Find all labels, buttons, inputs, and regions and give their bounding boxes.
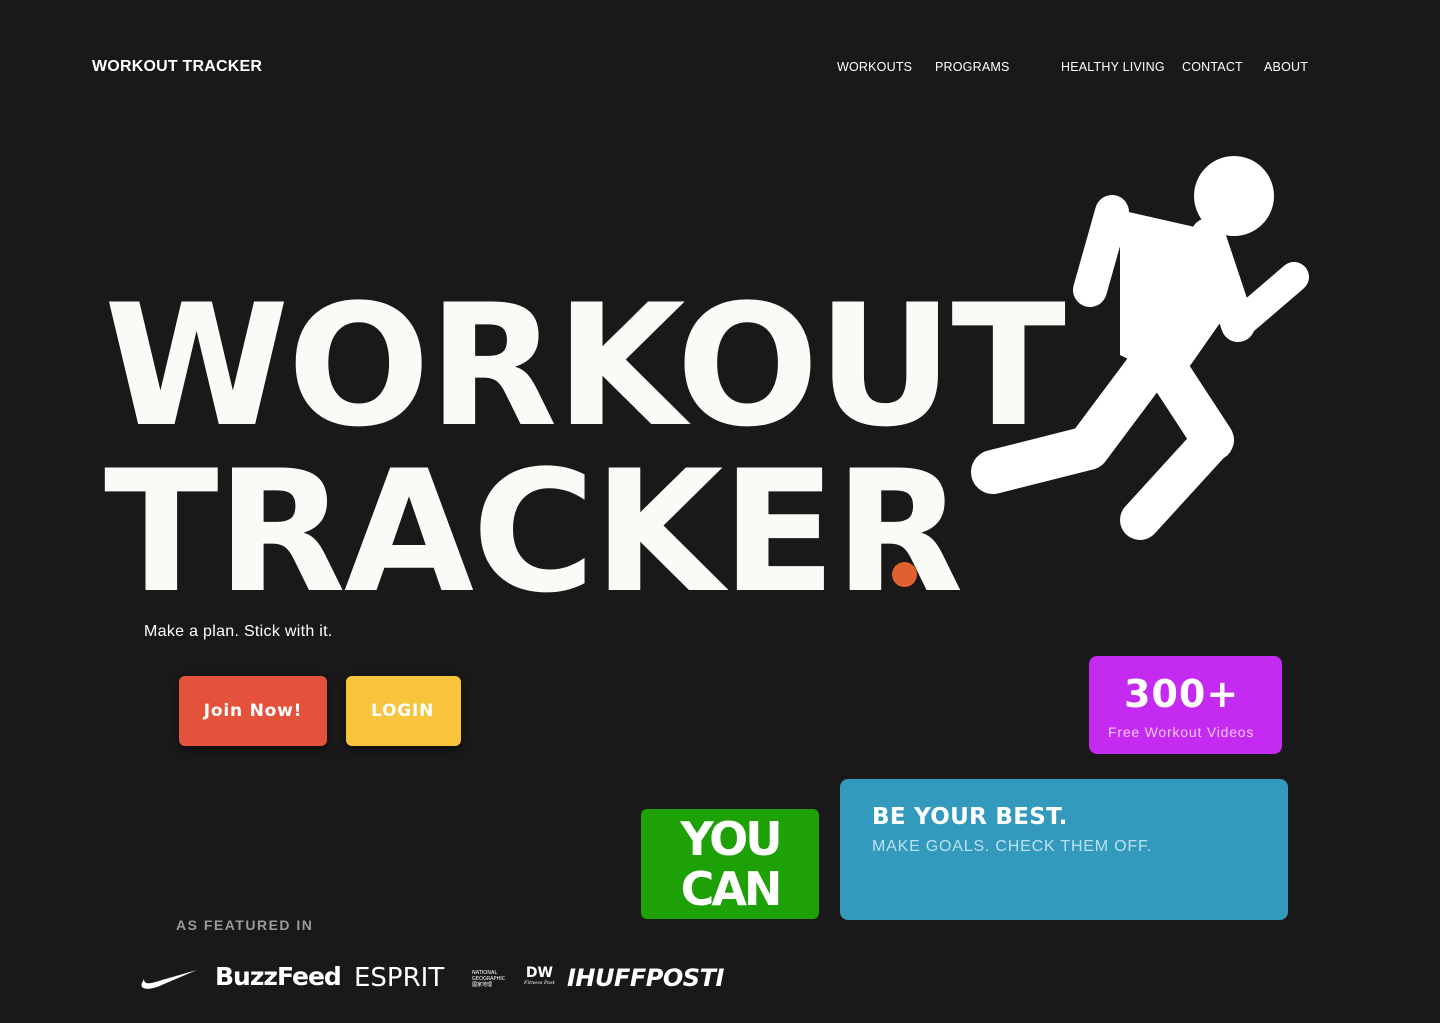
dw-fitness-logo: DW Fitness Post bbox=[524, 966, 555, 987]
login-button[interactable]: LOGIN bbox=[346, 676, 461, 746]
running-man-icon bbox=[971, 156, 1309, 540]
hero-title-line2: TRACKER bbox=[104, 434, 964, 630]
you-can-line2: CAN bbox=[680, 862, 783, 916]
featured-in-label: AS FEATURED IN bbox=[176, 917, 314, 933]
join-now-button[interactable]: Join Now! bbox=[179, 676, 327, 746]
dw-logo-main: DW bbox=[525, 965, 553, 981]
nav-workouts[interactable]: WORKOUTS bbox=[837, 60, 912, 74]
hero-title-line1: WORKOUT bbox=[104, 268, 1066, 464]
nike-swoosh-logo bbox=[141, 970, 197, 989]
hero-accent-dot bbox=[892, 562, 917, 587]
nav-contact[interactable]: CONTACT bbox=[1182, 60, 1243, 74]
buzzfeed-logo: BuzzFeed bbox=[215, 962, 342, 991]
videos-label: Free Workout Videos bbox=[1108, 724, 1255, 740]
huffpost-logo: IHUFFPOSTI bbox=[567, 964, 724, 992]
best-card-subtitle: MAKE GOALS. CHECK THEM OFF. bbox=[872, 838, 1153, 855]
videos-count: 300+ bbox=[1124, 672, 1240, 716]
nav-healthy-living[interactable]: HEALTHY LIVING bbox=[1061, 60, 1165, 74]
natgeo-logo: NATIONAL GEOGRAPHIC 國家地理 bbox=[472, 970, 505, 988]
natgeo-logo-line3: 國家地理 bbox=[472, 982, 493, 988]
nav-about[interactable]: ABOUT bbox=[1264, 60, 1308, 74]
free-videos-card[interactable]: 300+ Free Workout Videos bbox=[1089, 656, 1282, 754]
esprit-logo: ESPRIT bbox=[354, 963, 445, 993]
brand-logo[interactable]: WORKOUT TRACKER bbox=[92, 58, 262, 76]
you-can-line1: YOU bbox=[680, 812, 782, 866]
be-your-best-card[interactable]: BE YOUR BEST. MAKE GOALS. CHECK THEM OFF… bbox=[840, 779, 1288, 920]
nav-programs[interactable]: PROGRAMS bbox=[935, 60, 1010, 74]
best-card-title: BE YOUR BEST. bbox=[872, 804, 1068, 830]
hero-tagline: Make a plan. Stick with it. bbox=[144, 623, 333, 640]
dw-logo-sub: Fitness Post bbox=[524, 980, 555, 986]
you-can-card: YOU CAN bbox=[641, 809, 819, 919]
